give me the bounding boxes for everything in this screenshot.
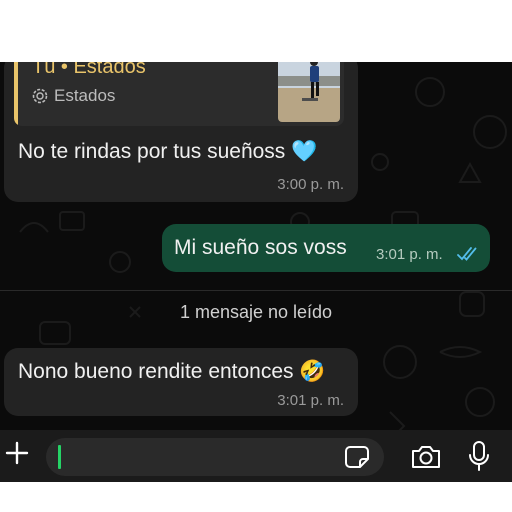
status-ring-icon [32, 88, 48, 104]
quote-subtitle: Estados [32, 86, 115, 106]
mic-icon[interactable] [466, 440, 492, 472]
incoming-message[interactable]: Tú • Estados Estados No te rindas por tu… [4, 62, 358, 202]
message-time: 3:01 p. m. [376, 246, 443, 263]
outgoing-message[interactable]: Mi sueño sos voss 3:01 p. m. [162, 224, 490, 272]
unread-divider-line [0, 290, 512, 291]
quoted-status-reply[interactable]: Tú • Estados Estados [14, 62, 344, 126]
message-time: 3:00 p. m. [277, 176, 344, 193]
message-composer [0, 430, 512, 482]
quote-accent-bar [14, 62, 18, 126]
sticker-icon[interactable] [345, 444, 371, 470]
quote-author: Tú • Estados [32, 62, 146, 78]
message-time: 3:01 p. m. [277, 392, 344, 409]
unread-messages-divider: 1 mensaje no leído [179, 302, 333, 322]
camera-icon[interactable] [410, 444, 442, 470]
status-thumbnail [278, 62, 340, 122]
plus-icon[interactable] [4, 440, 30, 466]
message-input[interactable] [46, 438, 384, 476]
chat-window: Tú • Estados Estados No te rindas por tu… [0, 62, 512, 482]
quote-subtitle-text: Estados [54, 86, 116, 105]
message-text: No te rindas por tus sueñoss 🩵 [18, 140, 318, 163]
text-caret [58, 445, 61, 469]
double-check-read-icon [457, 247, 477, 261]
message-text: Mi sueño sos voss [174, 236, 347, 259]
message-text: Nono bueno rendite entonces 🤣 [18, 360, 326, 383]
incoming-message[interactable]: Nono bueno rendite entonces 🤣 3:01 p. m. [4, 348, 358, 416]
